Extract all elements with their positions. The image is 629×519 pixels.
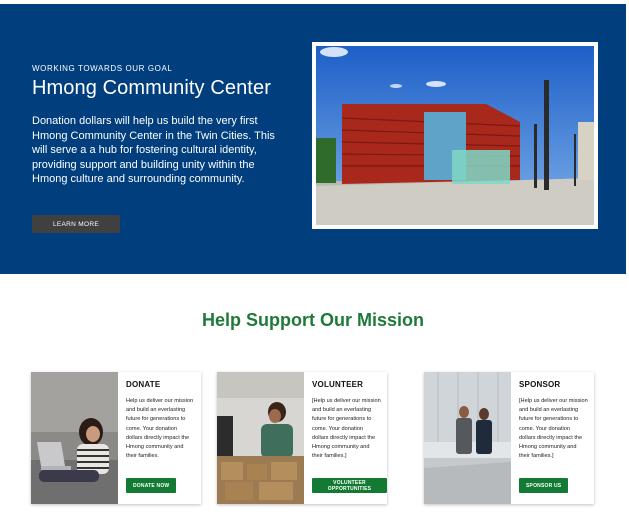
community-center-photo — [312, 42, 598, 229]
woman-laptop-photo — [31, 372, 118, 504]
hero-eyebrow: WORKING TOWARDS OUR GOAL — [32, 64, 173, 73]
donate-card: DONATE Help us deliver our mission and b… — [31, 372, 201, 504]
sponsor-card: SPONSOR [Help us deliver our mission and… — [424, 372, 594, 504]
volunteer-card: VOLUNTEER [Help us deliver our mission a… — [217, 372, 387, 504]
donate-now-button[interactable]: DONATE NOW — [126, 478, 177, 493]
hero-description: Donation dollars will help us build the … — [32, 115, 275, 186]
sponsor-card-image — [424, 372, 511, 504]
donate-description: Help us deliver our mission and build an… — [126, 398, 194, 460]
donate-title: DONATE — [126, 380, 161, 389]
mission-heading: Help Support Our Mission — [201, 310, 424, 330]
volunteer-opportunities-button[interactable]: VOLUNTEER OPPORTUNITIES — [312, 478, 387, 493]
hero-title: Hmong Community Center — [32, 77, 271, 99]
business-handshake-photo — [424, 372, 511, 504]
building-image — [316, 46, 594, 225]
volunteer-title: VOLUNTEER — [312, 380, 364, 389]
learn-more-button[interactable]: LEARN MORE — [32, 215, 120, 233]
volunteer-description: [Help us deliver our mission and build a… — [312, 398, 381, 460]
volunteer-card-image — [217, 372, 304, 504]
sponsor-description: [Help us deliver our mission and build a… — [519, 398, 588, 460]
volunteers-photo — [217, 372, 304, 504]
donate-card-image — [31, 372, 118, 504]
sponsor-us-button[interactable]: SPONSOR US — [519, 478, 569, 493]
hero-banner: WORKING TOWARDS OUR GOAL Hmong Community… — [0, 4, 626, 274]
sponsor-title: SPONSOR — [519, 380, 561, 389]
